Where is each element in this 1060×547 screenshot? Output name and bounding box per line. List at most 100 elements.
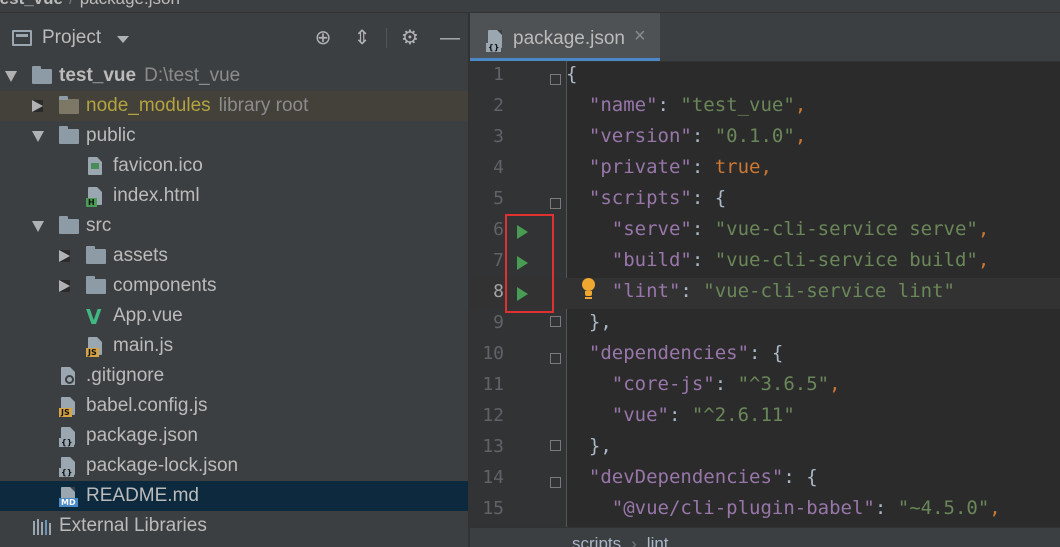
project-folder-icon: [32, 66, 52, 85]
tree-item-label: .gitignore: [86, 365, 165, 386]
code-line: 12 "vue": "^2.6.11": [470, 402, 1060, 433]
hide-panel-icon[interactable]: —: [439, 27, 461, 49]
tree-item-root[interactable]: test_vue D:\test_vue: [0, 61, 468, 91]
code-line: 4 "private": true,: [470, 154, 1060, 185]
breadcrumb-separator: ›: [631, 534, 637, 547]
tab-package-json[interactable]: {} package.json ×: [470, 13, 660, 61]
code-line: 2 "name": "test_vue",: [470, 92, 1060, 123]
tree-item-label: public: [86, 125, 136, 146]
tree-item-src[interactable]: src: [0, 211, 468, 241]
folder-icon: [59, 216, 79, 235]
fold-marker-icon[interactable]: [550, 440, 561, 451]
code-line: 9 },: [470, 309, 1060, 340]
line-number: 13: [482, 436, 504, 457]
fold-marker-icon[interactable]: [550, 477, 561, 488]
chevron-down-icon[interactable]: [117, 36, 129, 43]
tree-item-readme[interactable]: MD README.md: [0, 481, 468, 511]
library-root-hint: library root: [218, 95, 309, 116]
json-file-icon: {}: [59, 427, 79, 447]
tree-item-label: package-lock.json: [86, 455, 239, 476]
line-number: 15: [482, 498, 504, 519]
folder-icon: [59, 126, 79, 145]
json-file-icon: {}: [486, 30, 506, 52]
tree-item-favicon[interactable]: favicon.ico: [0, 151, 468, 181]
editor-breadcrumb: scripts › lint: [572, 534, 669, 547]
tree-item-babel-config[interactable]: JS babel.config.js: [0, 391, 468, 421]
code-line: 11 "core-js": "^3.6.5",: [470, 371, 1060, 402]
libraries-icon: [32, 517, 52, 535]
chevron-right-icon[interactable]: [59, 250, 70, 262]
line-number: 7: [493, 250, 504, 271]
line-number: 11: [482, 374, 504, 395]
chevron-down-icon[interactable]: [32, 131, 44, 142]
lightbulb-icon[interactable]: [580, 278, 596, 300]
line-number: 5: [493, 188, 504, 209]
markdown-file-icon: MD: [59, 487, 79, 507]
tree-item-external-libraries[interactable]: External Libraries: [0, 511, 468, 541]
chevron-right-icon[interactable]: [59, 280, 70, 292]
nav-breadcrumb: test_vue / package.json: [0, 0, 180, 9]
tree-item-label: babel.config.js: [86, 395, 208, 416]
tree-item-path: D:\test_vue: [144, 65, 241, 86]
project-tool-window: Project ⊕ ⇕ ⚙ — test_vue D:\test_vue node…: [0, 13, 468, 547]
tree-item-gitignore[interactable]: .gitignore: [0, 361, 468, 391]
navigation-bar: test_vue / package.json: [0, 0, 1060, 13]
nav-crumb-separator: /: [69, 0, 74, 9]
project-view-icon: [12, 30, 32, 46]
folder-icon: [86, 246, 106, 265]
code-line: 15 "@vue/cli-plugin-babel": "~4.5.0",: [470, 495, 1060, 526]
chevron-down-icon[interactable]: [32, 221, 44, 232]
editor-area: {} package.json × 1 { 2 "name": "test_vu…: [470, 13, 1060, 547]
code-line: 6 "serve": "vue-cli-service serve",: [470, 216, 1060, 247]
collapse-all-icon[interactable]: ⇕: [351, 27, 373, 49]
locate-file-icon[interactable]: ⊕: [312, 27, 334, 49]
code-line-current: 8 "lint": "vue-cli-service lint": [470, 278, 1060, 309]
json-file-icon: {}: [59, 457, 79, 477]
nav-crumb-file[interactable]: package.json: [80, 0, 180, 9]
code-line: 5 "scripts": {: [470, 185, 1060, 216]
code-line: 3 "version": "0.1.0",: [470, 123, 1060, 154]
tree-item-label: index.html: [113, 185, 200, 206]
fold-marker-icon[interactable]: [550, 74, 561, 85]
tree-item-app-vue[interactable]: V App.vue: [0, 301, 468, 331]
chevron-down-icon[interactable]: [5, 71, 17, 82]
line-number: 2: [493, 95, 504, 116]
tree-item-label: test_vue: [59, 65, 137, 86]
code-line: 7 "build": "vue-cli-service build",: [470, 247, 1060, 278]
project-view-selector[interactable]: Project: [42, 27, 101, 49]
fold-marker-icon[interactable]: [550, 316, 561, 327]
chevron-right-icon[interactable]: [32, 100, 43, 112]
code-editor[interactable]: 1 { 2 "name": "test_vue", 3 "version": "…: [470, 61, 1060, 527]
tree-item-index-html[interactable]: H index.html: [0, 181, 468, 211]
tree-item-label: main.js: [113, 335, 174, 356]
tree-item-node-modules[interactable]: node_modules library root: [0, 91, 468, 121]
line-number: 8: [493, 281, 504, 302]
line-number: 9: [493, 312, 504, 333]
project-tree: test_vue D:\test_vue node_modules library …: [0, 61, 468, 541]
close-icon[interactable]: ×: [634, 25, 646, 48]
gear-icon[interactable]: ⚙: [399, 27, 421, 49]
nav-crumb-root[interactable]: test_vue: [0, 0, 63, 9]
run-icons-highlight: [505, 214, 554, 313]
tree-item-main-js[interactable]: JS main.js: [0, 331, 468, 361]
editor-breadcrumb-bar: scripts › lint: [470, 527, 1060, 547]
folder-icon: [86, 276, 106, 295]
tree-item-label: src: [86, 215, 112, 236]
line-number: 4: [493, 157, 504, 178]
line-number: 14: [482, 467, 504, 488]
code-line: 14 "devDependencies": {: [470, 464, 1060, 495]
tree-item-package-json[interactable]: {} package.json: [0, 421, 468, 451]
project-header: Project ⊕ ⇕ ⚙ —: [0, 13, 468, 61]
js-file-icon: JS: [59, 397, 79, 417]
tree-item-label: assets: [113, 245, 168, 266]
tree-item-label: External Libraries: [59, 515, 207, 536]
fold-marker-icon[interactable]: [550, 198, 561, 209]
fold-marker-icon[interactable]: [550, 353, 561, 364]
tree-item-package-lock[interactable]: {} package-lock.json: [0, 451, 468, 481]
breadcrumb-lint[interactable]: lint: [647, 534, 669, 547]
breadcrumb-scripts[interactable]: scripts: [572, 534, 621, 547]
tree-item-public[interactable]: public: [0, 121, 468, 151]
tree-item-assets[interactable]: assets: [0, 241, 468, 271]
tree-item-components[interactable]: components: [0, 271, 468, 301]
image-file-icon: [86, 157, 106, 175]
